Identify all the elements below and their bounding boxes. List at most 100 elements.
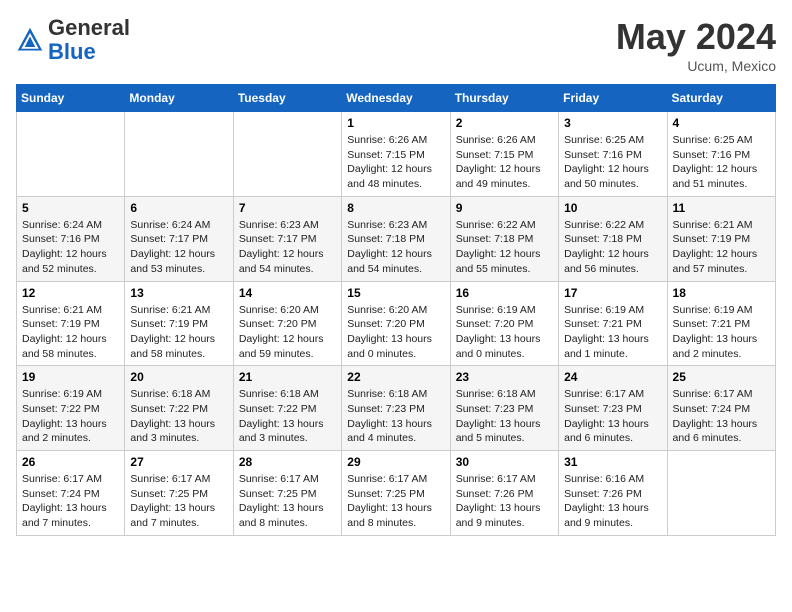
calendar-table: SundayMondayTuesdayWednesdayThursdayFrid…: [16, 84, 776, 536]
day-number: 7: [239, 201, 336, 215]
week-row-1: 1 Sunrise: 6:26 AMSunset: 7:15 PMDaylight…: [17, 112, 776, 197]
weekday-header-thursday: Thursday: [450, 85, 558, 112]
month-title: May 2024: [616, 16, 776, 58]
day-number: 10: [564, 201, 661, 215]
day-info: Sunrise: 6:25 AMSunset: 7:16 PMDaylight:…: [673, 133, 770, 192]
weekday-header-wednesday: Wednesday: [342, 85, 450, 112]
day-number: 24: [564, 370, 661, 384]
week-row-3: 12 Sunrise: 6:21 AMSunset: 7:19 PMDayligh…: [17, 281, 776, 366]
weekday-header-monday: Monday: [125, 85, 233, 112]
day-cell: 18Sunrise: 6:19 AMSunset: 7:21 PMDayligh…: [667, 281, 775, 366]
day-number: 30: [456, 455, 553, 469]
weekday-header-row: SundayMondayTuesdayWednesdayThursdayFrid…: [17, 85, 776, 112]
day-cell: 24 Sunrise: 6:17 AMSunset: 7:23 PMDayligh…: [559, 366, 667, 451]
day-number: 19: [22, 370, 119, 384]
day-cell: 23Sunrise: 6:18 AMSunset: 7:23 PMDayligh…: [450, 366, 558, 451]
day-info: Sunrise: 6:18 AMSunset: 7:22 PMDaylight:…: [130, 387, 227, 446]
day-cell: [17, 112, 125, 197]
day-cell: 11 Sunrise: 6:21 AMSunset: 7:19 PMDayligh…: [667, 196, 775, 281]
day-cell: 13 Sunrise: 6:21 AMSunset: 7:19 PMDayligh…: [125, 281, 233, 366]
day-cell: 26 Sunrise: 6:17 AMSunset: 7:24 PMDayligh…: [17, 451, 125, 536]
day-info: Sunrise: 6:18 AMSunset: 7:23 PMDaylight:…: [347, 387, 444, 446]
day-info: Sunrise: 6:22 AMSunset: 7:18 PMDaylight:…: [456, 218, 553, 277]
day-info: Sunrise: 6:17 AMSunset: 7:24 PMDaylight:…: [673, 387, 770, 446]
day-cell: 16Sunrise: 6:19 AMSunset: 7:20 PMDayligh…: [450, 281, 558, 366]
day-info: Sunrise: 6:25 AMSunset: 7:16 PMDaylight:…: [564, 133, 661, 192]
day-info: Sunrise: 6:22 AMSunset: 7:18 PMDaylight:…: [564, 218, 661, 277]
day-number: 28: [239, 455, 336, 469]
day-info: Sunrise: 6:17 AMSunset: 7:25 PMDaylight:…: [347, 472, 444, 531]
day-info: Sunrise: 6:17 AMSunset: 7:25 PMDaylight:…: [130, 472, 227, 531]
day-number: 13: [130, 286, 227, 300]
week-row-2: 5Sunrise: 6:24 AMSunset: 7:16 PMDaylight…: [17, 196, 776, 281]
day-info: Sunrise: 6:17 AMSunset: 7:23 PMDaylight:…: [564, 387, 661, 446]
page-header: General Blue May 2024 Ucum, Mexico: [16, 16, 776, 74]
day-number: 12: [22, 286, 119, 300]
day-cell: 7 Sunrise: 6:23 AMSunset: 7:17 PMDaylight…: [233, 196, 341, 281]
day-number: 8: [347, 201, 444, 215]
logo: General Blue: [16, 16, 130, 64]
day-cell: [667, 451, 775, 536]
logo-blue-text: Blue: [48, 39, 96, 64]
day-info: Sunrise: 6:21 AMSunset: 7:19 PMDaylight:…: [130, 303, 227, 362]
day-info: Sunrise: 6:26 AMSunset: 7:15 PMDaylight:…: [456, 133, 553, 192]
title-block: May 2024 Ucum, Mexico: [616, 16, 776, 74]
day-number: 22: [347, 370, 444, 384]
day-info: Sunrise: 6:18 AMSunset: 7:23 PMDaylight:…: [456, 387, 553, 446]
week-row-4: 19Sunrise: 6:19 AMSunset: 7:22 PMDayligh…: [17, 366, 776, 451]
weekday-header-sunday: Sunday: [17, 85, 125, 112]
day-number: 6: [130, 201, 227, 215]
day-info: Sunrise: 6:23 AMSunset: 7:17 PMDaylight:…: [239, 218, 336, 277]
day-info: Sunrise: 6:26 AMSunset: 7:15 PMDaylight:…: [347, 133, 444, 192]
day-cell: 4 Sunrise: 6:25 AMSunset: 7:16 PMDaylight…: [667, 112, 775, 197]
day-info: Sunrise: 6:21 AMSunset: 7:19 PMDaylight:…: [673, 218, 770, 277]
day-info: Sunrise: 6:19 AMSunset: 7:21 PMDaylight:…: [673, 303, 770, 362]
day-info: Sunrise: 6:23 AMSunset: 7:18 PMDaylight:…: [347, 218, 444, 277]
day-number: 5: [22, 201, 119, 215]
day-cell: 22 Sunrise: 6:18 AMSunset: 7:23 PMDayligh…: [342, 366, 450, 451]
day-info: Sunrise: 6:24 AMSunset: 7:17 PMDaylight:…: [130, 218, 227, 277]
day-info: Sunrise: 6:17 AMSunset: 7:26 PMDaylight:…: [456, 472, 553, 531]
day-number: 17: [564, 286, 661, 300]
logo-general-text: General: [48, 15, 130, 40]
day-cell: 9 Sunrise: 6:22 AMSunset: 7:18 PMDaylight…: [450, 196, 558, 281]
day-info: Sunrise: 6:17 AMSunset: 7:24 PMDaylight:…: [22, 472, 119, 531]
day-info: Sunrise: 6:16 AMSunset: 7:26 PMDaylight:…: [564, 472, 661, 531]
day-cell: 28 Sunrise: 6:17 AMSunset: 7:25 PMDayligh…: [233, 451, 341, 536]
day-number: 15: [347, 286, 444, 300]
week-row-5: 26 Sunrise: 6:17 AMSunset: 7:24 PMDayligh…: [17, 451, 776, 536]
day-number: 27: [130, 455, 227, 469]
day-number: 29: [347, 455, 444, 469]
day-cell: 19Sunrise: 6:19 AMSunset: 7:22 PMDayligh…: [17, 366, 125, 451]
day-info: Sunrise: 6:20 AMSunset: 7:20 PMDaylight:…: [239, 303, 336, 362]
day-cell: 5Sunrise: 6:24 AMSunset: 7:16 PMDaylight…: [17, 196, 125, 281]
day-info: Sunrise: 6:19 AMSunset: 7:21 PMDaylight:…: [564, 303, 661, 362]
weekday-header-tuesday: Tuesday: [233, 85, 341, 112]
day-info: Sunrise: 6:17 AMSunset: 7:25 PMDaylight:…: [239, 472, 336, 531]
location: Ucum, Mexico: [616, 58, 776, 74]
day-cell: 29 Sunrise: 6:17 AMSunset: 7:25 PMDayligh…: [342, 451, 450, 536]
day-info: Sunrise: 6:18 AMSunset: 7:22 PMDaylight:…: [239, 387, 336, 446]
day-cell: [125, 112, 233, 197]
day-number: 3: [564, 116, 661, 130]
day-cell: 14Sunrise: 6:20 AMSunset: 7:20 PMDayligh…: [233, 281, 341, 366]
day-cell: 27 Sunrise: 6:17 AMSunset: 7:25 PMDayligh…: [125, 451, 233, 536]
day-number: 2: [456, 116, 553, 130]
day-number: 4: [673, 116, 770, 130]
day-cell: 8 Sunrise: 6:23 AMSunset: 7:18 PMDaylight…: [342, 196, 450, 281]
day-number: 1: [347, 116, 444, 130]
day-number: 26: [22, 455, 119, 469]
day-number: 9: [456, 201, 553, 215]
day-cell: [233, 112, 341, 197]
day-cell: 17 Sunrise: 6:19 AMSunset: 7:21 PMDayligh…: [559, 281, 667, 366]
day-cell: 3 Sunrise: 6:25 AMSunset: 7:16 PMDaylight…: [559, 112, 667, 197]
day-number: 25: [673, 370, 770, 384]
day-number: 20: [130, 370, 227, 384]
day-info: Sunrise: 6:20 AMSunset: 7:20 PMDaylight:…: [347, 303, 444, 362]
day-cell: 30 Sunrise: 6:17 AMSunset: 7:26 PMDayligh…: [450, 451, 558, 536]
day-cell: 6 Sunrise: 6:24 AMSunset: 7:17 PMDaylight…: [125, 196, 233, 281]
day-info: Sunrise: 6:21 AMSunset: 7:19 PMDaylight:…: [22, 303, 119, 362]
weekday-header-friday: Friday: [559, 85, 667, 112]
day-cell: 20 Sunrise: 6:18 AMSunset: 7:22 PMDayligh…: [125, 366, 233, 451]
day-number: 11: [673, 201, 770, 215]
